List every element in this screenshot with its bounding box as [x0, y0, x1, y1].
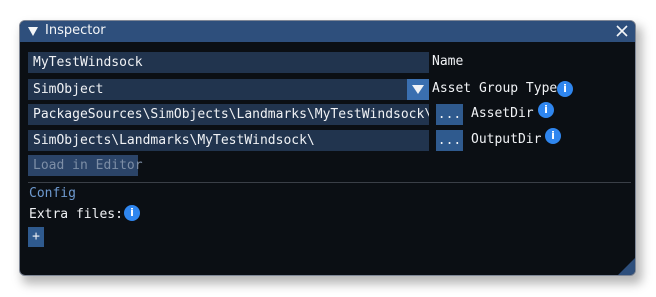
info-icon[interactable]: i	[545, 128, 561, 144]
info-icon[interactable]: i	[557, 81, 573, 97]
asset-dir-label: AssetDir	[471, 106, 534, 121]
add-extra-file-button[interactable]: +	[28, 227, 44, 247]
output-dir-label: OutputDir	[471, 132, 542, 147]
resize-grip-icon[interactable]	[618, 258, 635, 275]
asset-dir-browse-button[interactable]: ...	[436, 104, 463, 125]
inspector-window: Inspector MyTestWindsock Name SimObject …	[19, 20, 636, 276]
output-dir-input[interactable]: SimObjects\Landmarks\MyTestWindsock\	[28, 130, 429, 151]
dropdown-arrow-icon[interactable]	[407, 79, 429, 100]
info-icon[interactable]: i	[124, 205, 140, 221]
asset-dir-input[interactable]: PackageSources\SimObjects\Landmarks\MyTe…	[28, 104, 429, 125]
divider	[28, 182, 631, 183]
close-icon[interactable]	[615, 22, 629, 40]
config-section-header[interactable]: Config	[29, 186, 76, 201]
asset-group-type-label: Asset Group Type	[432, 81, 558, 96]
extra-files-label: Extra files:	[29, 207, 123, 222]
info-icon[interactable]: i	[538, 102, 554, 118]
name-input[interactable]: MyTestWindsock	[28, 52, 429, 73]
title-bar[interactable]: Inspector	[20, 21, 635, 42]
window-title: Inspector	[45, 23, 106, 38]
load-in-editor-button[interactable]: Load in Editor	[28, 155, 143, 176]
output-dir-browse-button[interactable]: ...	[436, 130, 463, 151]
collapse-icon[interactable]	[27, 25, 39, 41]
name-label: Name	[432, 54, 464, 69]
asset-group-type-select[interactable]: SimObject	[28, 79, 408, 100]
